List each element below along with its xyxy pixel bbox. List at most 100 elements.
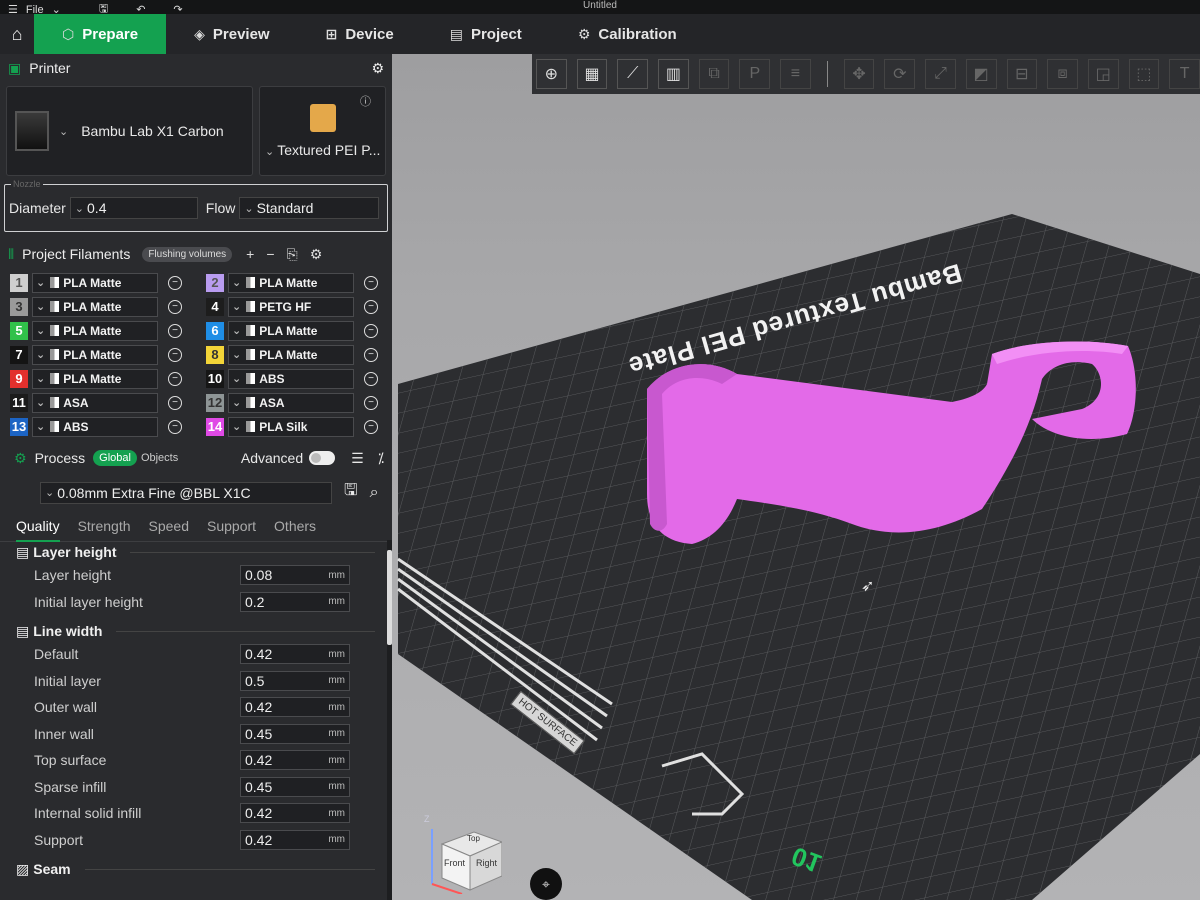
- filament-select[interactable]: ⌄ PLA Matte: [32, 272, 158, 293]
- remove-icon[interactable]: −: [364, 299, 378, 314]
- unit-label: mm: [328, 754, 345, 766]
- setting-value-input[interactable]: 0.42 mm: [240, 803, 350, 824]
- gear-icon[interactable]: ⚙: [310, 246, 323, 263]
- filament-number[interactable]: 12: [206, 393, 224, 412]
- view-orient-icon[interactable]: ⌖: [530, 868, 562, 900]
- diameter-select[interactable]: ⌄ 0.4: [69, 197, 198, 219]
- setting-value-input[interactable]: 0.45 mm: [240, 776, 350, 797]
- 3d-viewport[interactable]: ⊕ ▦ ⟋ ▥ ⧉ P ≡ ✥ ⟳ ⤢ ◩ ⊟ ⧈ ◲ ⬚ T Bambu Te…: [392, 54, 1200, 900]
- filament-number[interactable]: 3: [10, 297, 28, 316]
- group-title: Line width: [33, 623, 103, 639]
- filament-select[interactable]: ⌄ ABS: [228, 368, 354, 389]
- objects-option[interactable]: Objects: [137, 450, 182, 466]
- advanced-switch[interactable]: [309, 451, 336, 465]
- tab-label: Prepare: [82, 25, 139, 43]
- filament-select[interactable]: ⌄ ABS: [32, 416, 158, 437]
- scope-toggle[interactable]: Global Objects: [93, 450, 182, 466]
- remove-icon[interactable]: −: [168, 395, 182, 410]
- filament-number[interactable]: 4: [206, 297, 224, 316]
- title-bar: ☰ File ⌄ 🖫 ↶ ↷ Untitled: [0, 0, 1200, 16]
- remove-icon[interactable]: −: [364, 275, 378, 290]
- remove-icon[interactable]: −: [364, 419, 378, 434]
- remove-icon[interactable]: −: [168, 299, 182, 314]
- tab-preview[interactable]: ◈ Preview: [166, 14, 298, 54]
- printer-selector[interactable]: ⌄ Bambu Lab X1 Carbon: [6, 86, 254, 176]
- advanced-toggle[interactable]: Advanced ☰ ⁒: [241, 450, 384, 467]
- filament-slot: 10 ⌄ ABS −: [206, 368, 402, 389]
- filament-number[interactable]: 13: [10, 417, 28, 436]
- remove-icon[interactable]: −: [168, 419, 182, 434]
- setting-value-input[interactable]: 0.2 mm: [240, 591, 350, 612]
- flow-select[interactable]: ⌄ Standard: [239, 197, 380, 219]
- info-icon[interactable]: ⓘ: [360, 93, 371, 109]
- remove-icon[interactable]: −: [168, 323, 182, 338]
- home-icon[interactable]: ⌂: [0, 14, 34, 54]
- remove-icon[interactable]: −: [364, 395, 378, 410]
- filament-number[interactable]: 6: [206, 321, 224, 340]
- remove-icon[interactable]: −: [364, 371, 378, 386]
- remove-icon[interactable]: −: [364, 323, 378, 338]
- filament-select[interactable]: ⌄ PLA Matte: [32, 320, 158, 341]
- filament-select[interactable]: ⌄ PLA Matte: [32, 344, 158, 365]
- filament-select[interactable]: ⌄ PETG HF: [228, 296, 354, 317]
- view-cube[interactable]: Top Front Right Z: [422, 814, 504, 895]
- tab-calibration[interactable]: ⚙ Calibration: [550, 14, 705, 54]
- filament-number[interactable]: 14: [206, 417, 224, 436]
- filament-select[interactable]: ⌄ PLA Matte: [32, 368, 158, 389]
- remove-icon[interactable]: −: [364, 347, 378, 362]
- setting-value-input[interactable]: 0.42 mm: [240, 750, 350, 771]
- unit-label: mm: [328, 701, 345, 713]
- gear-icon[interactable]: ⚙: [371, 60, 384, 77]
- filament-name: PLA Matte: [259, 275, 318, 290]
- filament-number[interactable]: 9: [10, 369, 28, 388]
- filament-select[interactable]: ⌄ ASA: [32, 392, 158, 413]
- flushing-volumes-button[interactable]: Flushing volumes: [142, 246, 233, 262]
- plate-selector[interactable]: ⓘ ⌄ Textured PEI P...: [259, 86, 386, 176]
- filament-number[interactable]: 5: [10, 321, 28, 340]
- search-icon[interactable]: ⌕: [370, 484, 379, 502]
- setting-label: Layer height: [34, 567, 112, 584]
- filament-select[interactable]: ⌄ PLA Matte: [228, 272, 354, 293]
- sync-icon[interactable]: ⎘: [287, 246, 298, 263]
- tab-device[interactable]: ⊞ Device: [298, 14, 422, 54]
- remove-icon[interactable]: −: [168, 371, 182, 386]
- filament-type-icon: [50, 325, 60, 336]
- setting-label: Top surface: [34, 752, 107, 769]
- filament-select[interactable]: ⌄ ASA: [228, 392, 354, 413]
- filament-select[interactable]: ⌄ PLA Matte: [32, 296, 158, 317]
- filament-number[interactable]: 7: [10, 345, 28, 364]
- tab-prepare[interactable]: ⬡ Prepare: [34, 14, 167, 54]
- setting-value-input[interactable]: 0.42 mm: [240, 644, 350, 665]
- remove-icon[interactable]: −: [168, 347, 182, 362]
- setting-value-input[interactable]: 0.42 mm: [240, 697, 350, 718]
- compare-icon[interactable]: ⁒: [378, 450, 384, 467]
- setting-row: Support 0.42 mm: [0, 827, 385, 854]
- minus-icon[interactable]: −: [266, 246, 274, 263]
- filament-select[interactable]: ⌄ PLA Silk: [228, 416, 354, 437]
- filament-number[interactable]: 10: [206, 369, 224, 388]
- build-plate-scene: [397, 214, 1200, 900]
- filament-number[interactable]: 1: [10, 273, 28, 292]
- setting-value-input[interactable]: 0.08 mm: [240, 565, 350, 586]
- setting-value-input[interactable]: 0.45 mm: [240, 723, 350, 744]
- remove-icon[interactable]: −: [168, 275, 182, 290]
- list-icon[interactable]: ☰: [351, 450, 364, 467]
- filament-select[interactable]: ⌄ PLA Matte: [228, 320, 354, 341]
- global-option[interactable]: Global: [93, 450, 137, 466]
- plus-icon[interactable]: +: [246, 246, 254, 263]
- process-preset-select[interactable]: ⌄ 0.08mm Extra Fine @BBL X1C: [40, 481, 332, 504]
- filament-number[interactable]: 8: [206, 345, 224, 364]
- main-nav: ⌂ ⬡ Prepare ◈ Preview ⊞ Device ▤ Project…: [0, 14, 1200, 54]
- tab-project[interactable]: ▤ Project: [422, 14, 550, 54]
- tab-label: Project: [470, 25, 522, 43]
- save-icon[interactable]: 🖫: [344, 479, 358, 506]
- process-icon: ⚙: [14, 449, 27, 466]
- plate-name: Textured PEI P...: [277, 142, 381, 158]
- filament-number[interactable]: 2: [206, 273, 224, 292]
- setting-value-input[interactable]: 0.42 mm: [240, 829, 350, 850]
- unit-label: mm: [328, 648, 345, 660]
- filament-select[interactable]: ⌄ PLA Matte: [228, 344, 354, 365]
- setting-value-input[interactable]: 0.5 mm: [240, 670, 350, 691]
- setting-row: Outer wall 0.42 mm: [0, 694, 385, 721]
- filament-number[interactable]: 11: [10, 393, 28, 412]
